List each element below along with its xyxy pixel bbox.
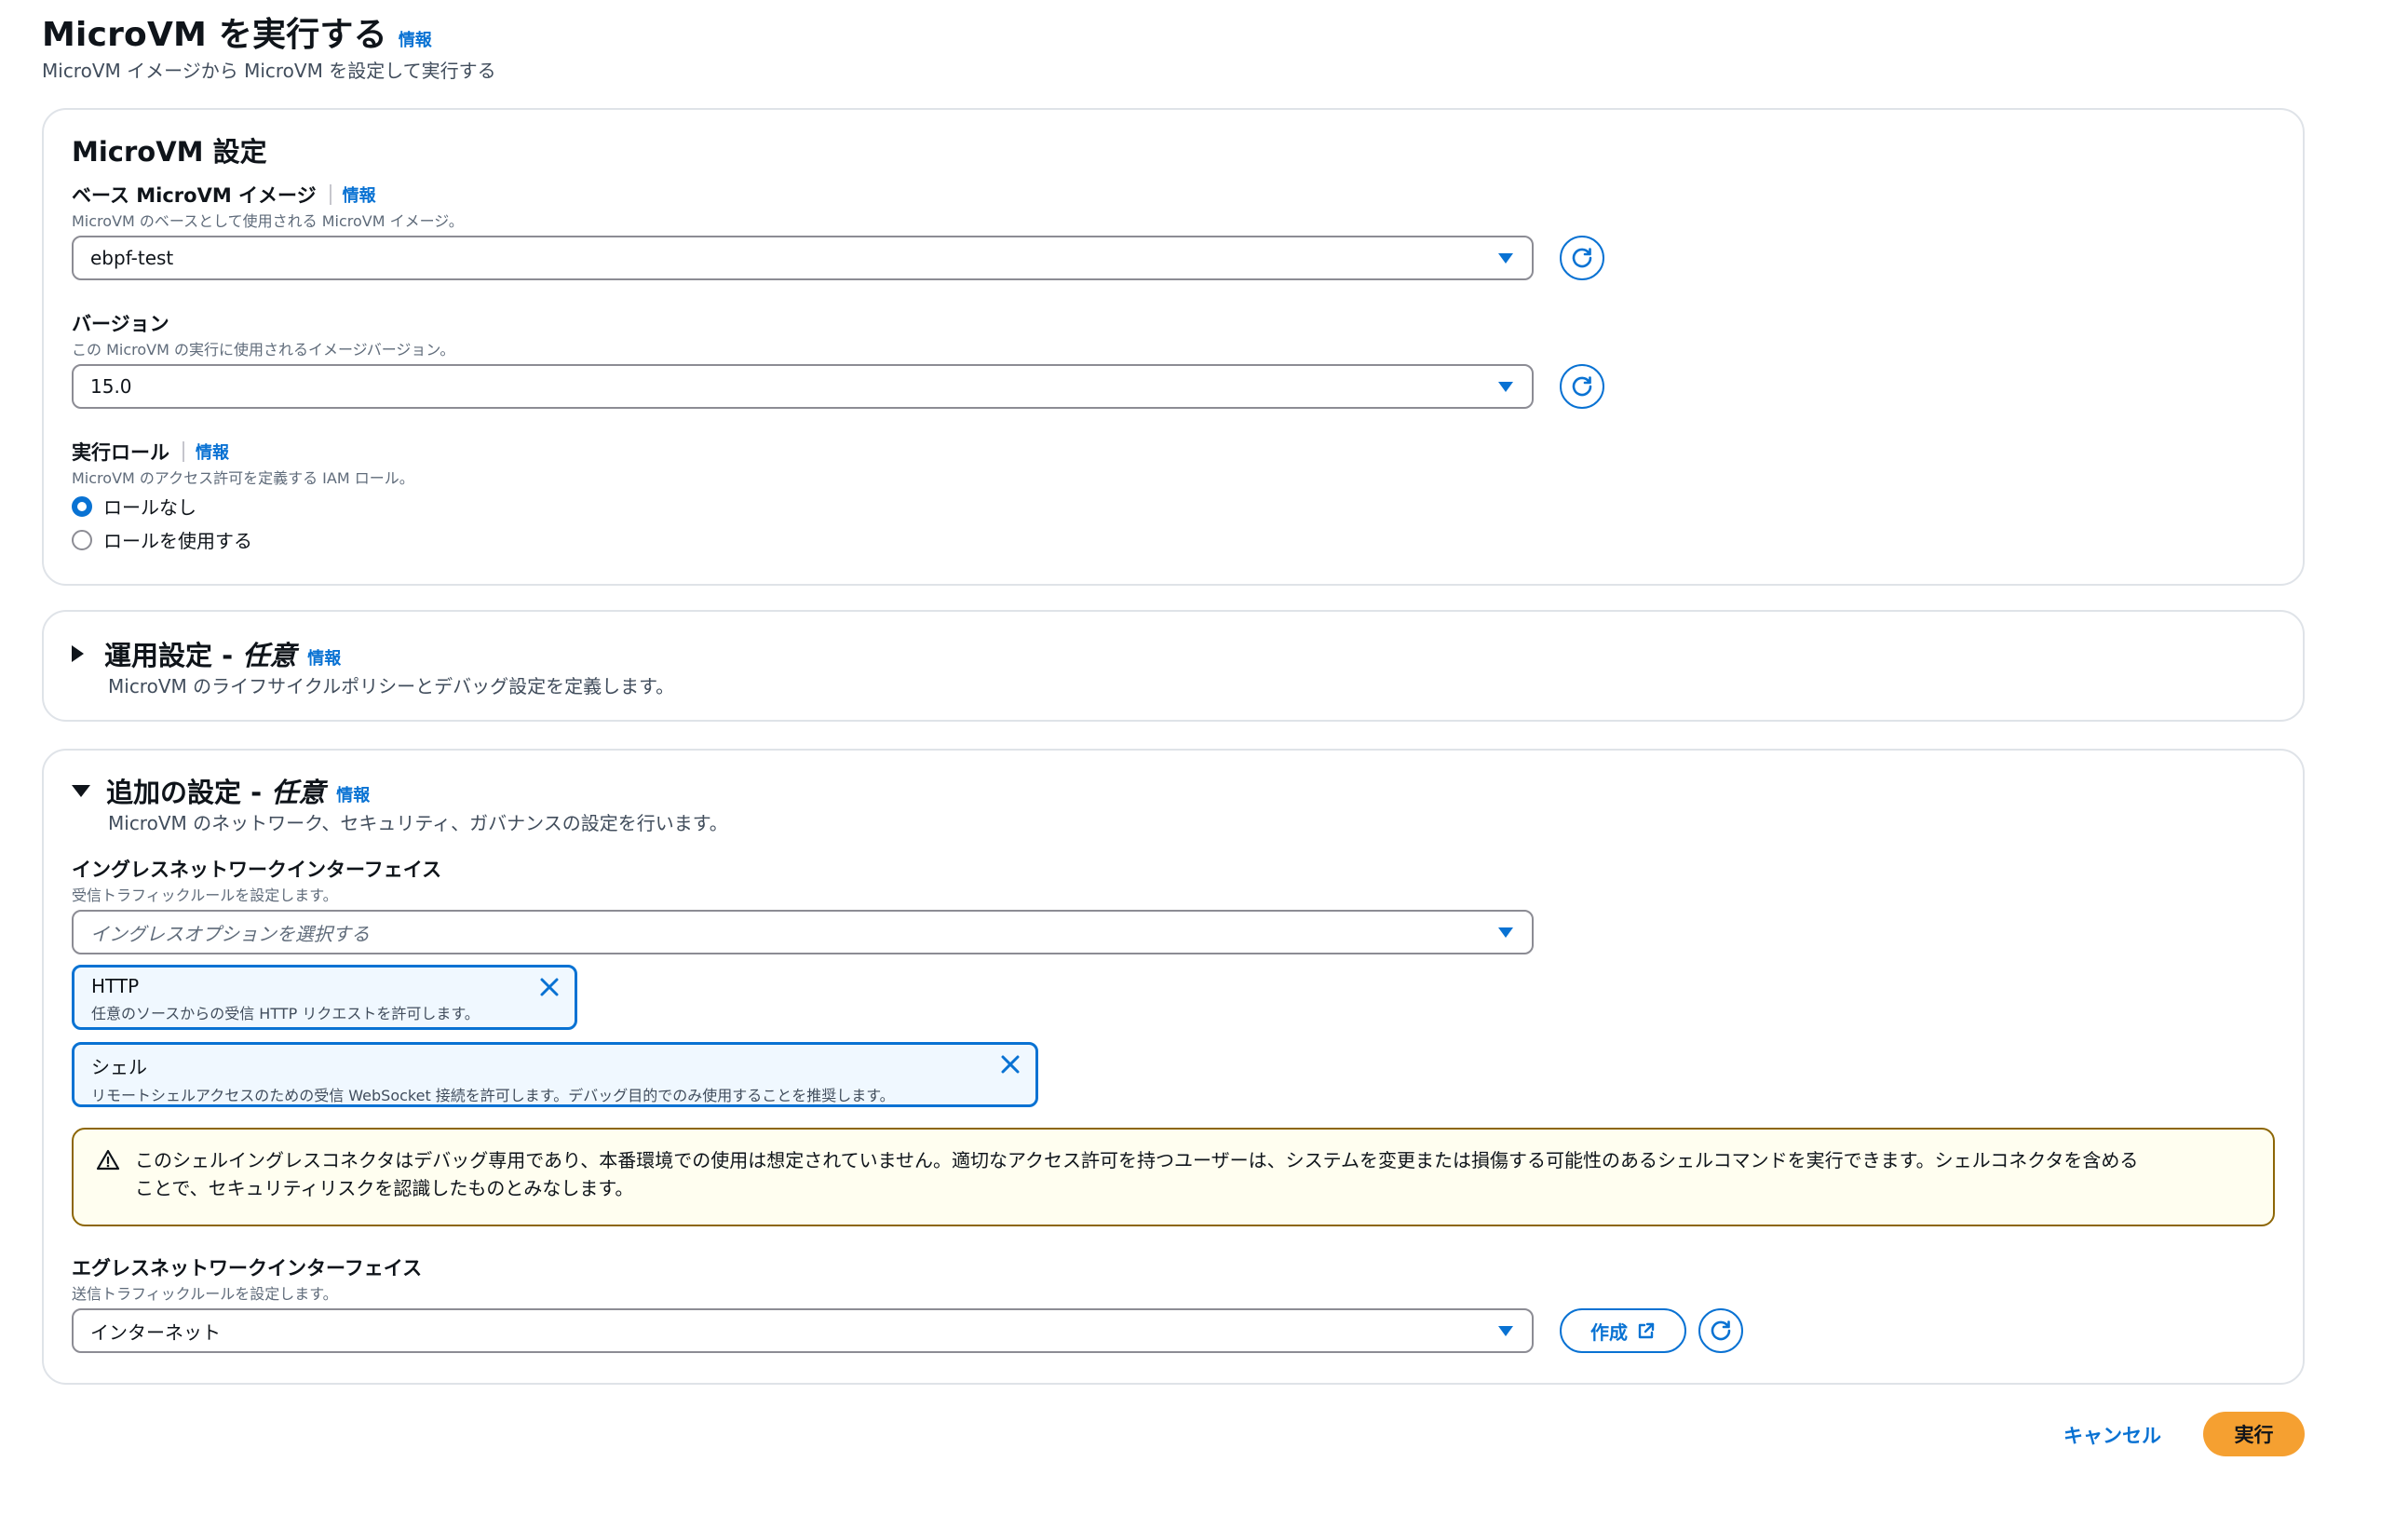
egress-refresh-button[interactable] <box>1698 1308 1743 1353</box>
warning-text-line2: ことで、セキュリティリスクを認識したものとみなします。 <box>135 1177 634 1199</box>
token-http-description: 任意のソースからの受信 HTTP リクエストを許可します。 <box>91 1005 480 1022</box>
egress-select[interactable]: インターネット <box>72 1308 1534 1353</box>
additional-settings-card: 追加の設定 - 任意 情報 MicroVM のネットワーク、セキュリティ、ガバナ… <box>42 749 2305 1385</box>
radio-button-selected[interactable] <box>72 495 92 517</box>
execution-role-description: MicroVM のアクセス許可を定義する IAM ロール。 <box>72 469 414 487</box>
label-separator <box>183 441 184 462</box>
operational-settings-info-link[interactable]: 情報 <box>307 645 341 670</box>
base-image-description: MicroVM のベースとして使用される MicroVM イメージ。 <box>72 212 464 230</box>
base-image-label-text: ベース MicroVM イメージ <box>72 184 317 207</box>
radio-no-role[interactable]: ロールなし <box>72 493 196 520</box>
shell-warning-alert: このシェルイングレスコネクタはデバッグ専用であり、本番環境での使用は想定されてい… <box>72 1128 2275 1226</box>
base-image-value: ebpf-test <box>90 247 174 269</box>
token-http-label: HTTP <box>91 975 140 997</box>
warning-icon <box>96 1149 120 1171</box>
close-icon[interactable] <box>537 975 561 999</box>
caret-down-icon <box>1498 927 1513 938</box>
radio-no-role-label: ロールなし <box>103 496 196 519</box>
additional-settings-title: 追加の設定 - 任意 <box>106 777 326 808</box>
radio-use-role-label: ロールを使用する <box>103 530 252 552</box>
operational-settings-toggle[interactable]: 運用設定 - 任意 情報 <box>72 634 341 673</box>
operational-settings-card: 運用設定 - 任意 情報 MicroVM のライフサイクルポリシーとデバッグ設定… <box>42 610 2305 722</box>
caret-down-icon <box>1498 253 1513 264</box>
execution-role-label-text: 実行ロール <box>72 441 169 464</box>
version-label: バージョン <box>72 309 169 337</box>
ingress-token-http: HTTP 任意のソースからの受信 HTTP リクエストを許可します。 <box>72 965 577 1030</box>
token-shell-description: リモートシェルアクセスのための受信 WebSocket 接続を許可します。デバッ… <box>91 1087 895 1104</box>
base-image-info-link[interactable]: 情報 <box>343 183 376 207</box>
additional-settings-toggle[interactable]: 追加の設定 - 任意 情報 <box>72 771 370 810</box>
radio-use-role[interactable]: ロールを使用する <box>72 526 252 553</box>
ingress-token-shell: シェル リモートシェルアクセスのための受信 WebSocket 接続を許可します… <box>72 1042 1038 1107</box>
radio-button[interactable] <box>72 529 92 550</box>
token-shell-label: シェル <box>91 1056 147 1078</box>
version-refresh-button[interactable] <box>1560 364 1604 409</box>
run-button[interactable]: 実行 <box>2203 1412 2305 1456</box>
version-select[interactable]: 15.0 <box>72 364 1534 409</box>
page-info-link[interactable]: 情報 <box>399 27 432 51</box>
additional-settings-description: MicroVM のネットワーク、セキュリティ、ガバナンスの設定を行います。 <box>108 812 728 834</box>
caret-down-icon <box>1498 1326 1513 1336</box>
run-microvm-page: MicroVM を実行する 情報 MicroVM イメージから MicroVM … <box>0 0 2408 1516</box>
page-subtitle: MicroVM イメージから MicroVM を設定して実行する <box>42 60 496 82</box>
base-image-select[interactable]: ebpf-test <box>72 236 1534 280</box>
egress-label: エグレスネットワークインターフェイス <box>72 1253 422 1281</box>
ingress-select[interactable]: イングレスオプションを選択する <box>72 910 1534 954</box>
execution-role-info-link[interactable]: 情報 <box>196 440 229 464</box>
label-separator <box>329 184 331 205</box>
version-label-text: バージョン <box>72 313 169 335</box>
page-title: MicroVM を実行する <box>42 16 387 54</box>
refresh-icon <box>1572 376 1592 397</box>
additional-settings-info-link[interactable]: 情報 <box>336 782 370 806</box>
close-icon[interactable] <box>998 1052 1022 1076</box>
ingress-description: 受信トラフィックルールを設定します。 <box>72 887 338 904</box>
version-description: この MicroVM の実行に使用されるイメージバージョン。 <box>72 341 455 359</box>
microvm-settings-heading: MicroVM 設定 <box>72 136 267 168</box>
egress-value: インターネット <box>90 1320 221 1344</box>
base-image-label: ベース MicroVM イメージ 情報 <box>72 181 376 209</box>
execution-role-label: 実行ロール 情報 <box>72 438 229 466</box>
refresh-icon <box>1572 248 1592 268</box>
cancel-button[interactable]: キャンセル <box>2063 1421 2161 1449</box>
microvm-settings-card: MicroVM 設定 ベース MicroVM イメージ 情報 MicroVM の… <box>42 108 2305 586</box>
create-button-label: 作成 <box>1590 1320 1628 1344</box>
version-value: 15.0 <box>90 375 132 398</box>
caret-down-icon <box>72 784 90 797</box>
egress-description: 送信トラフィックルールを設定します。 <box>72 1285 338 1303</box>
caret-right-icon <box>72 645 84 662</box>
caret-down-icon <box>1498 382 1513 392</box>
egress-create-button[interactable]: 作成 <box>1560 1308 1686 1353</box>
ingress-label-text: イングレスネットワークインターフェイス <box>72 859 442 881</box>
warning-text-line1: このシェルイングレスコネクタはデバッグ専用であり、本番環境での使用は想定されてい… <box>135 1149 2139 1171</box>
egress-label-text: エグレスネットワークインターフェイス <box>72 1257 423 1279</box>
operational-settings-title: 運用設定 - 任意 <box>104 640 297 671</box>
refresh-icon <box>1711 1320 1731 1341</box>
ingress-label: イングレスネットワークインターフェイス <box>72 855 441 883</box>
operational-settings-description: MicroVM のライフサイクルポリシーとデバッグ設定を定義します。 <box>108 675 675 697</box>
external-link-icon <box>1638 1322 1655 1339</box>
ingress-placeholder: イングレスオプションを選択する <box>90 922 370 945</box>
page-header: MicroVM を実行する 情報 <box>42 7 432 56</box>
base-image-refresh-button[interactable] <box>1560 236 1604 280</box>
